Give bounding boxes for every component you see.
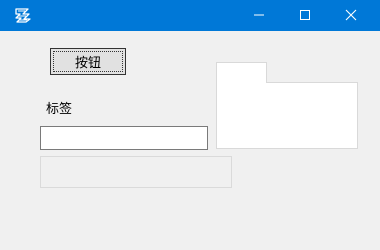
close-icon [345, 6, 357, 25]
minimize-button[interactable] [236, 0, 282, 31]
app-window: 按钮 标签 [0, 0, 380, 250]
disabled-text-input [40, 156, 232, 188]
maximize-button[interactable] [282, 0, 328, 31]
tab-divider [266, 82, 358, 83]
tab-content-panel [216, 82, 358, 149]
static-label: 标签 [46, 102, 73, 117]
maximize-icon [299, 6, 311, 25]
tab-page-1[interactable] [216, 62, 267, 84]
text-input[interactable] [40, 126, 208, 150]
main-button[interactable]: 按钮 [50, 48, 126, 75]
app-icon [14, 6, 32, 24]
close-button[interactable] [328, 0, 374, 31]
minimize-icon [253, 6, 265, 25]
main-button-label: 按钮 [74, 56, 101, 71]
title-bar[interactable] [0, 0, 380, 31]
